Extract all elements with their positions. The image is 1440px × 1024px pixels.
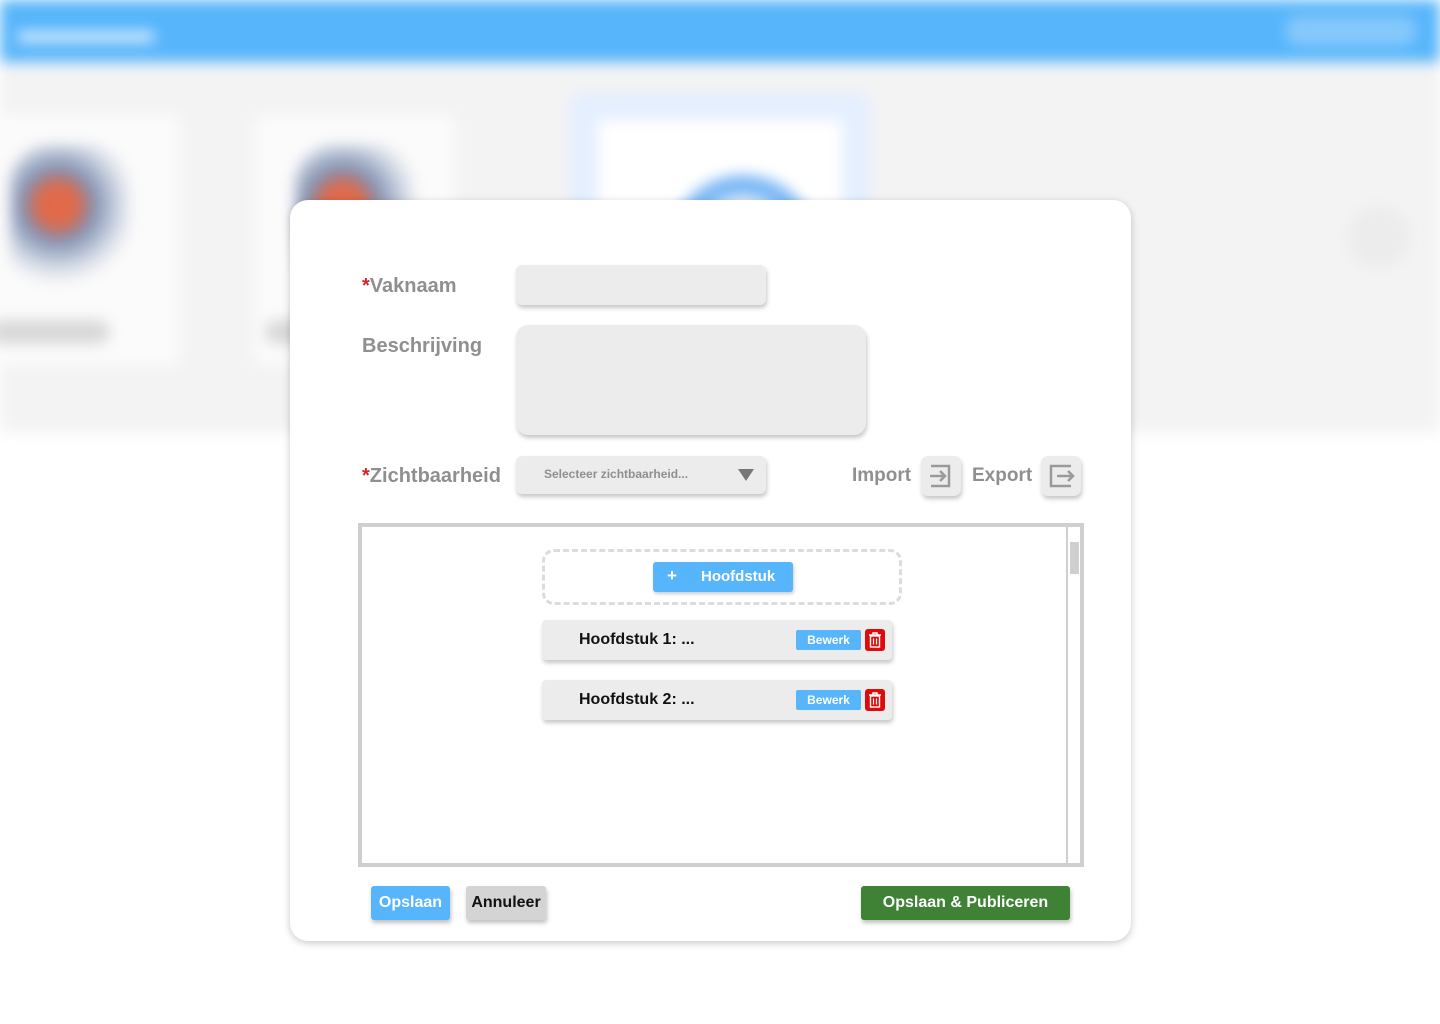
add-chapter-button[interactable]: + Hoofdstuk [653, 562, 793, 592]
app-logo: ▬▬▬▬ [18, 12, 154, 50]
export-button[interactable] [1041, 456, 1081, 496]
add-chapter-dropzone: + Hoofdstuk [542, 549, 902, 605]
required-mark: * [362, 465, 370, 487]
edit-chapter-button[interactable]: Bewerk [796, 690, 861, 710]
chevron-down-icon [738, 469, 754, 481]
delete-chapter-button[interactable] [865, 629, 885, 651]
import-button[interactable] [921, 456, 961, 496]
course-card [0, 115, 180, 365]
course-name-input[interactable] [516, 265, 766, 305]
export-icon [1049, 464, 1075, 488]
edit-chapter-button[interactable]: Bewerk [796, 630, 861, 650]
chapter-item[interactable]: Hoofdstuk 2: ... Bewerk [542, 680, 892, 720]
import-label: Import [852, 465, 912, 486]
course-thumbnail [10, 145, 130, 295]
visibility-select[interactable]: Selecteer zichtbaarheid... [516, 456, 766, 494]
save-and-publish-button[interactable]: Opslaan & Publiceren [861, 886, 1070, 920]
chapter-title: Hoofdstuk 2: ... [579, 691, 695, 708]
delete-chapter-button[interactable] [865, 689, 885, 711]
next-arrow-button [1348, 206, 1410, 268]
app-header: ▬▬▬▬ [0, 0, 1440, 62]
user-menu [1286, 16, 1416, 46]
visibility-placeholder: Selecteer zichtbaarheid... [544, 467, 689, 481]
chapter-item[interactable]: Hoofdstuk 1: ... Bewerk [542, 620, 892, 660]
description-label: Beschrijving [362, 335, 483, 357]
export-label: Export [972, 465, 1033, 486]
trash-icon [869, 692, 881, 708]
required-mark: * [362, 275, 370, 297]
chapter-list-scrollbar[interactable] [1066, 527, 1080, 863]
add-chapter-label: Hoofdstuk [701, 568, 776, 585]
plus-icon: + [667, 566, 677, 585]
course-editor-modal: *Vaknaam Beschrijving *Zichtbaarheid Sel… [290, 200, 1131, 941]
chapter-list: + Hoofdstuk Hoofdstuk 1: ... Bewerk Hoof… [358, 523, 1084, 867]
cancel-button[interactable]: Annuleer [466, 886, 546, 920]
description-textarea[interactable] [516, 325, 866, 435]
import-icon [930, 464, 951, 488]
visibility-label: *Zichtbaarheid [362, 465, 501, 487]
scrollbar-thumb[interactable] [1070, 542, 1079, 574]
course-caption [0, 320, 110, 344]
save-button[interactable]: Opslaan [371, 886, 450, 920]
trash-icon [869, 632, 881, 648]
course-name-label: *Vaknaam [362, 275, 457, 297]
chapter-title: Hoofdstuk 1: ... [579, 631, 695, 648]
